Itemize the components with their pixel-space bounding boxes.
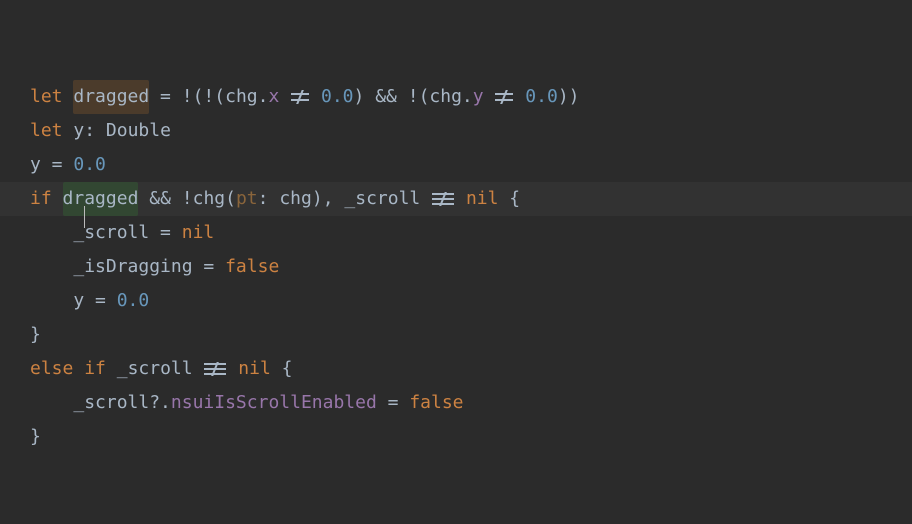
paren-close: ) — [312, 182, 323, 216]
property-nsuiisscrollenabled: nsuiIsScrollEnabled — [171, 386, 377, 420]
operator-not: ! — [408, 80, 419, 114]
operator-not-equal-icon — [495, 90, 513, 104]
brace-open: { — [282, 352, 293, 386]
space — [310, 80, 321, 114]
paren-open: ( — [214, 80, 225, 114]
space — [227, 352, 238, 386]
number-literal: 0.0 — [117, 284, 150, 318]
operator-assign: = — [377, 386, 410, 420]
variable-dragged: dragged — [73, 80, 149, 114]
number-literal: 0.0 — [525, 80, 558, 114]
keyword-let: let — [30, 80, 63, 114]
space — [73, 352, 84, 386]
keyword-nil: nil — [238, 352, 271, 386]
identifier-chg: chg — [279, 182, 312, 216]
identifier-scroll: _scroll — [73, 386, 149, 420]
code-line[interactable]: y = 0.0 — [30, 148, 912, 182]
identifier-scroll: _scroll — [117, 352, 193, 386]
code-line[interactable]: _isDragging = false — [30, 250, 912, 284]
keyword-if: if — [30, 182, 52, 216]
property-x: x — [268, 80, 279, 114]
paren-close: ) — [569, 80, 580, 114]
paren-close: ) — [354, 80, 365, 114]
brace-close: } — [30, 420, 41, 454]
paren-open: ( — [193, 80, 204, 114]
code-line[interactable]: else if _scroll nil { — [30, 352, 912, 386]
code-line[interactable]: _scroll = nil — [30, 216, 912, 250]
space — [498, 182, 509, 216]
operator-not: ! — [182, 80, 193, 114]
identifier-chg: chg — [429, 80, 462, 114]
number-literal: 0.0 — [321, 80, 354, 114]
dot: . — [258, 80, 269, 114]
identifier-chg: chg — [193, 182, 226, 216]
number-literal: 0.0 — [73, 148, 106, 182]
space — [63, 114, 74, 148]
operator-and: && — [138, 182, 181, 216]
code-line[interactable]: y = 0.0 — [30, 284, 912, 318]
identifier-scroll: _scroll — [344, 182, 420, 216]
space — [106, 352, 117, 386]
indent — [30, 386, 73, 420]
paren-open: ( — [419, 80, 430, 114]
code-editor[interactable]: let dragged = !(!(chg.x 0.0) && !(chg.y … — [30, 80, 912, 454]
keyword-nil: nil — [466, 182, 499, 216]
variable-y: y — [30, 148, 41, 182]
space — [420, 182, 431, 216]
operator-not: ! — [182, 182, 193, 216]
operator-identical-icon — [432, 192, 454, 206]
code-line[interactable]: let dragged = !(!(chg.x 0.0) && !(chg.y … — [30, 80, 912, 114]
keyword-let: let — [30, 114, 63, 148]
identifier-chg: chg — [225, 80, 258, 114]
paren-close: ) — [558, 80, 569, 114]
variable-y: y — [73, 114, 84, 148]
code-line[interactable]: _scroll?.nsuiIsScrollEnabled = false — [30, 386, 912, 420]
operator-not-equal-icon — [291, 90, 309, 104]
keyword-if: if — [84, 352, 106, 386]
operator-assign: = — [84, 284, 117, 318]
variable-dragged: dragged — [63, 182, 139, 216]
type-double: Double — [106, 114, 171, 148]
identifier-isdragging: _isDragging — [73, 250, 192, 284]
indent — [30, 284, 73, 318]
operator-assign: = — [149, 216, 182, 250]
code-line[interactable]: } — [30, 318, 912, 352]
variable-y: y — [73, 284, 84, 318]
operator-identical-icon — [204, 362, 226, 376]
property-y: y — [473, 80, 484, 114]
colon: : — [84, 114, 106, 148]
identifier-scroll: _scroll — [73, 216, 149, 250]
colon: : — [258, 182, 280, 216]
indent — [30, 216, 73, 250]
space — [279, 80, 290, 114]
indent — [30, 250, 73, 284]
keyword-nil: nil — [182, 216, 215, 250]
operator-and: && — [364, 80, 407, 114]
brace-close: } — [30, 318, 41, 352]
paren-open: ( — [225, 182, 236, 216]
param-label-pt: pt — [236, 182, 258, 216]
space — [484, 80, 495, 114]
space — [514, 80, 525, 114]
space — [63, 80, 74, 114]
operator-not: ! — [203, 80, 214, 114]
optional-chain: ?. — [149, 386, 171, 420]
operator-assign: = — [149, 80, 182, 114]
operator-assign: = — [41, 148, 74, 182]
keyword-false: false — [225, 250, 279, 284]
space — [52, 182, 63, 216]
keyword-else: else — [30, 352, 73, 386]
keyword-false: false — [409, 386, 463, 420]
brace-open: { — [509, 182, 520, 216]
space — [455, 182, 466, 216]
code-line[interactable]: let y: Double — [30, 114, 912, 148]
comma: , — [323, 182, 345, 216]
dot: . — [462, 80, 473, 114]
operator-assign: = — [193, 250, 226, 284]
space — [271, 352, 282, 386]
code-line[interactable]: } — [30, 420, 912, 454]
code-line-current[interactable]: if dragged && !chg(pt: chg), _scroll nil… — [0, 182, 912, 216]
space — [193, 352, 204, 386]
